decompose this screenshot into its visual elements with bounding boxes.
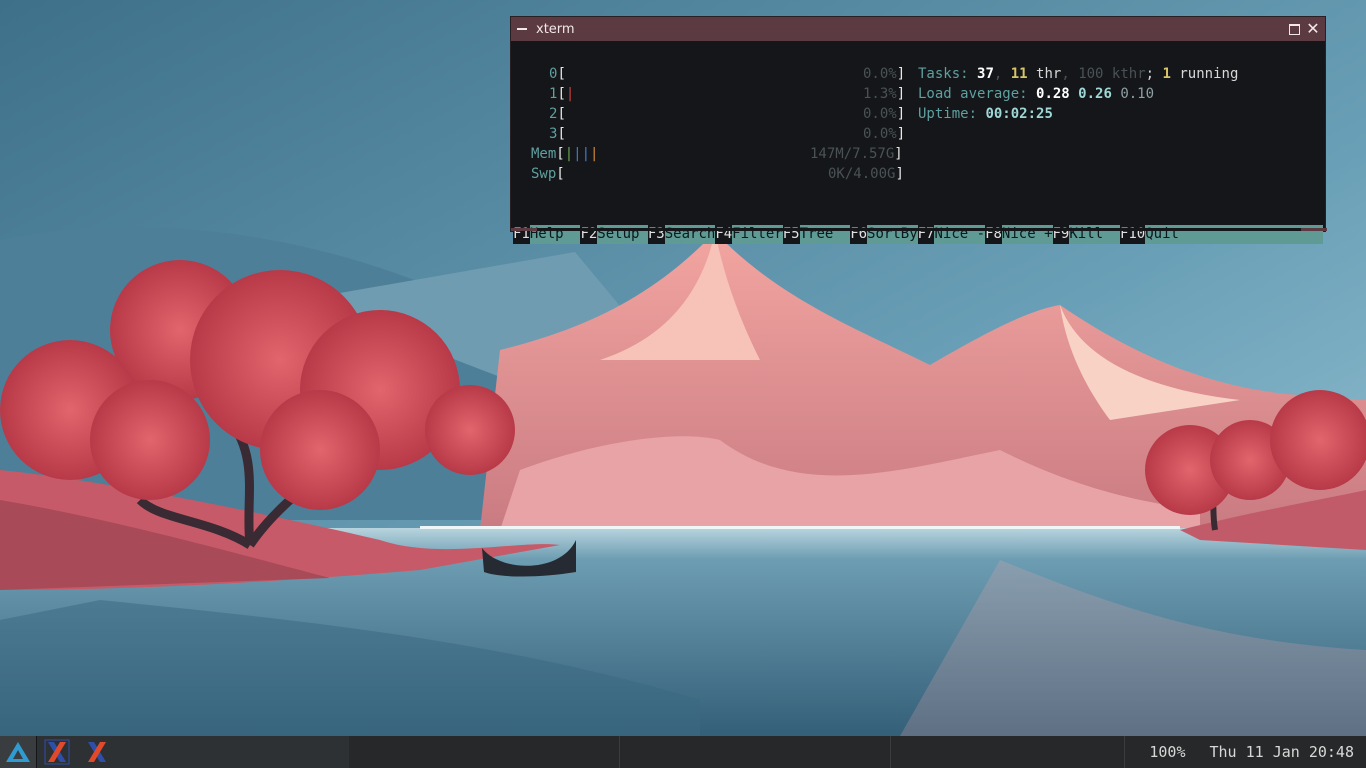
cpu-1-percent: 1.3%] <box>863 86 906 102</box>
htop-output[interactable]: 0[ 0.0%] 1[| 1.3%] 2[ 0.0%] 3[ 0.0%] Mem… <box>511 41 1327 244</box>
cpu-meter-0: 0[ <box>549 66 566 82</box>
uptime: Uptime: 00:02:25 <box>918 106 1053 122</box>
clock[interactable]: Thu 11 Jan 20:48 <box>1210 743 1355 761</box>
swp-meter: Swp[ <box>531 166 565 182</box>
maximize-icon[interactable] <box>1287 22 1301 36</box>
window-bottom-border <box>511 228 1327 231</box>
taskbar-apps <box>37 736 349 768</box>
task-slot-2[interactable] <box>620 736 891 768</box>
cpu-0-percent: 0.0%] <box>863 66 906 82</box>
tasks-summary: Tasks: 37, 11 thr, 100 kthr; 1 running <box>918 66 1239 82</box>
cpu-meter-1: 1[| <box>549 86 575 102</box>
cpu-meter-2: 2[ <box>549 106 566 122</box>
load-average: Load average: 0.28 0.26 0.10 <box>918 86 1155 102</box>
task-slot-1[interactable] <box>349 736 620 768</box>
window-menu-icon[interactable] <box>517 28 527 30</box>
mem-meter: Mem[|||| <box>531 146 599 162</box>
resize-handle-right[interactable] <box>1301 228 1327 231</box>
arch-start-icon[interactable] <box>0 736 36 768</box>
close-icon[interactable]: ✕ <box>1306 21 1320 37</box>
cpu-meter-3: 3[ <box>549 126 566 142</box>
swp-value: 0K/4.00G] <box>828 166 904 182</box>
zoom-level[interactable]: 100% <box>1149 743 1185 761</box>
window-titlebar[interactable]: xterm ✕ <box>511 17 1325 41</box>
x-icon[interactable] <box>77 736 117 768</box>
system-tray: 100% Thu 11 Jan 20:48 <box>1124 736 1366 768</box>
resize-handle-left[interactable] <box>511 228 537 231</box>
cpu-3-percent: 0.0%] <box>863 126 906 142</box>
taskbar: 100% Thu 11 Jan 20:48 <box>0 736 1366 768</box>
window-title: xterm <box>536 21 575 37</box>
xterm-window[interactable]: xterm ✕ 0[ 0.0%] 1[| 1.3%] 2[ 0.0%] 3[ 0… <box>510 16 1327 244</box>
cpu-2-percent: 0.0%] <box>863 106 906 122</box>
x-icon[interactable] <box>37 736 77 768</box>
mem-value: 147M/7.57G] <box>810 146 903 162</box>
